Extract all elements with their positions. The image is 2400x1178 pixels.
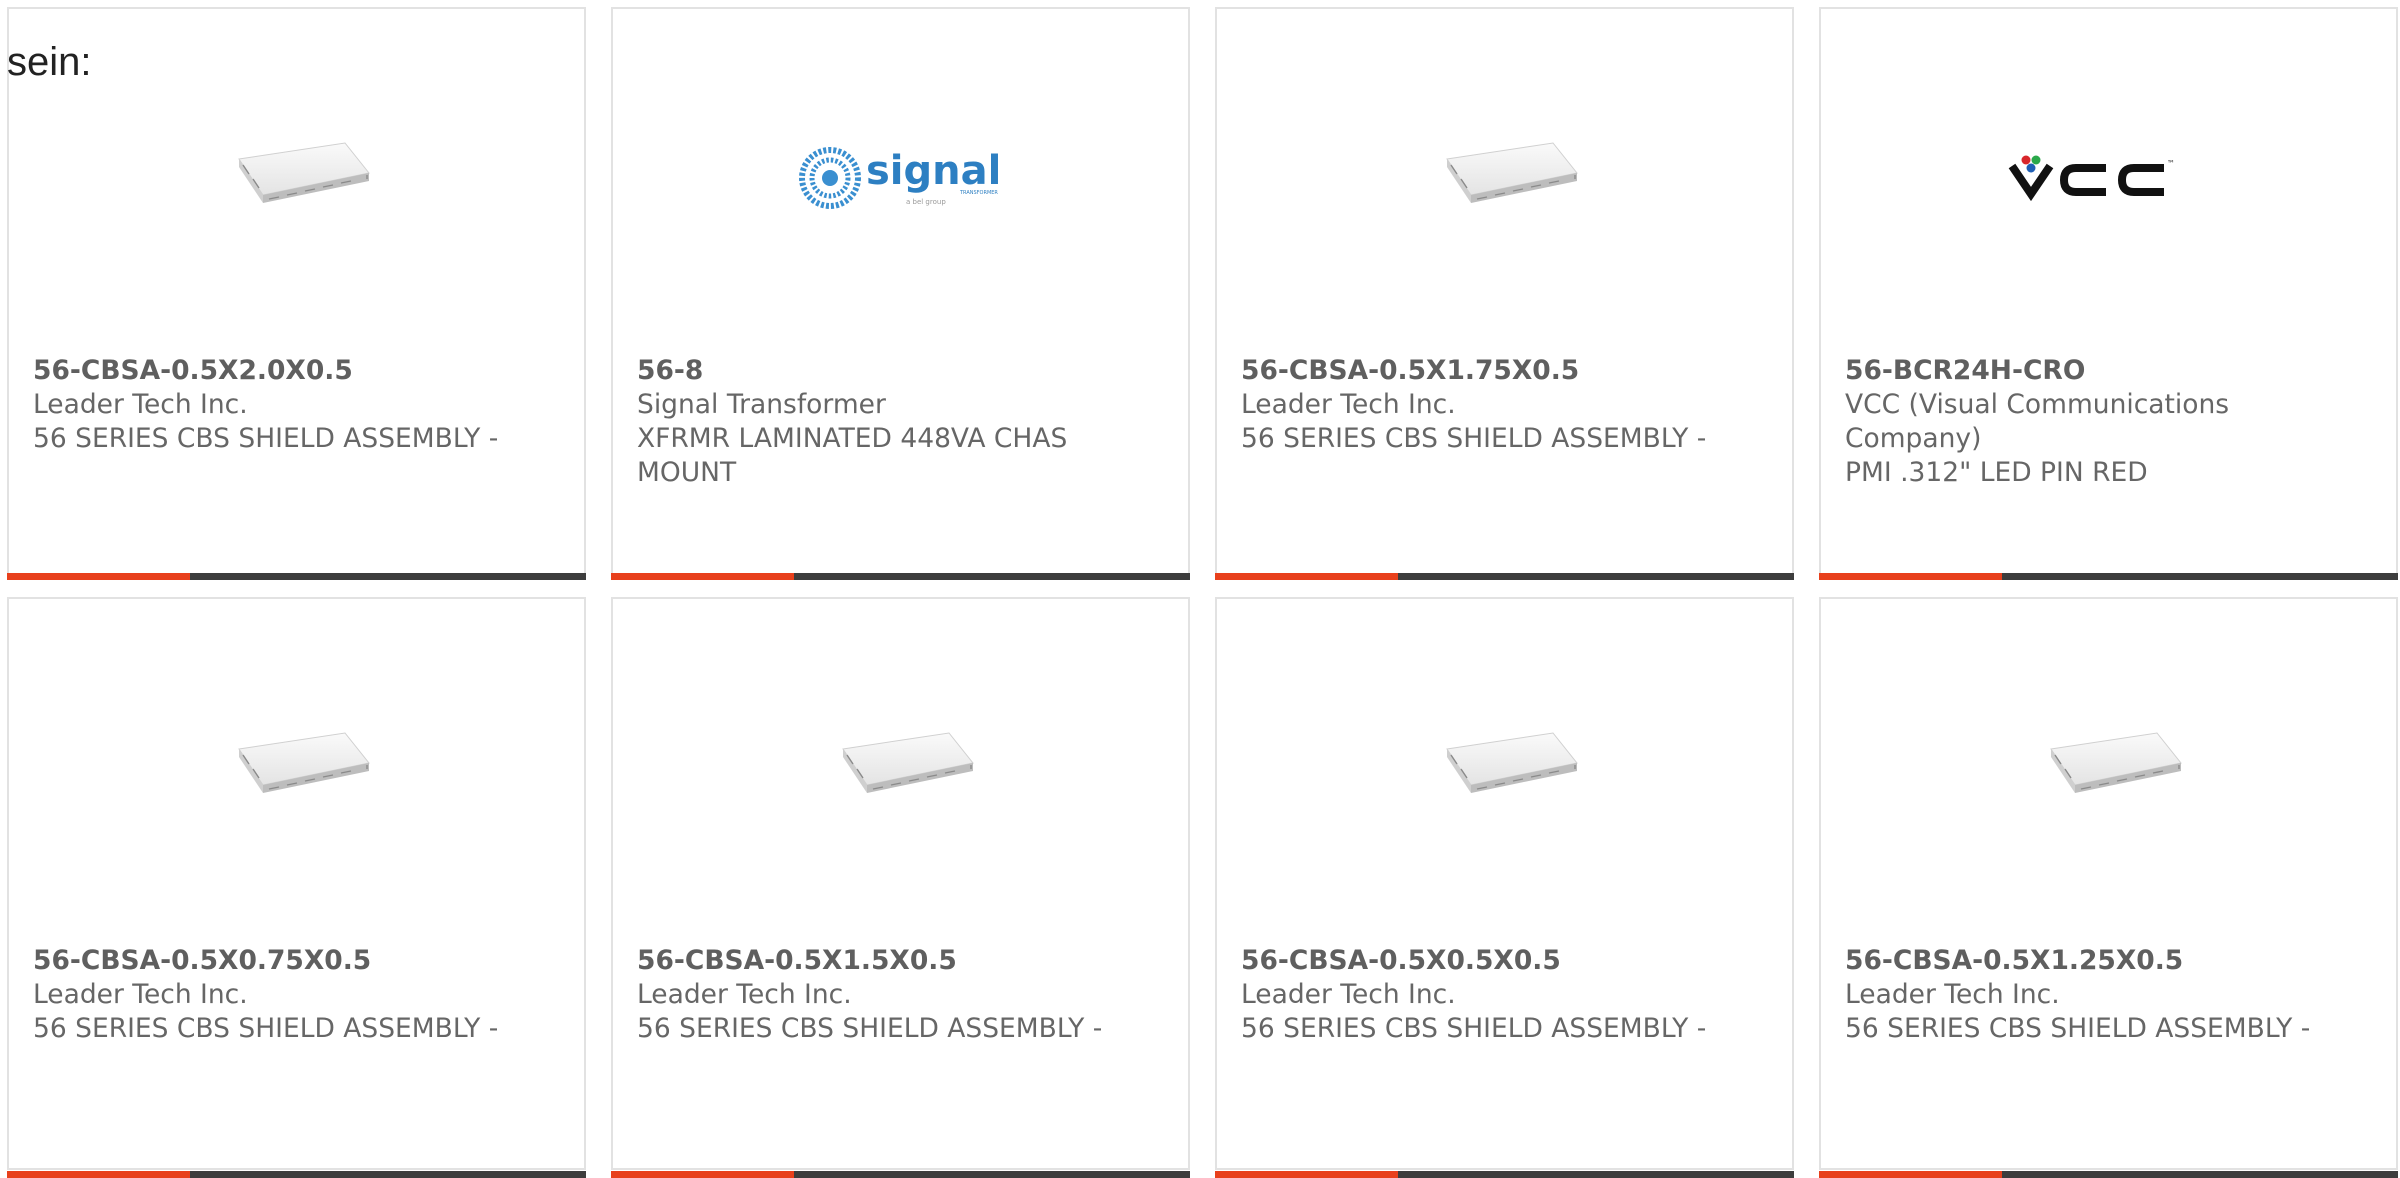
vcc-logo: ™ — [2008, 155, 2175, 202]
card-accent-bar — [1215, 573, 1398, 580]
product-card[interactable]: 56-CBSA-0.5X1.5X0.5 Leader Tech Inc. 56 … — [611, 597, 1190, 1178]
product-description: 56 SERIES CBS SHIELD ASSEMBLY - — [637, 1013, 1103, 1044]
card-bottom-bar — [7, 1171, 586, 1178]
product-description: 56 SERIES CBS SHIELD ASSEMBLY - — [1241, 423, 1707, 454]
card-accent-bar — [611, 573, 794, 580]
card-bottom-bar — [611, 573, 1190, 580]
card-bottom-bar — [1819, 1171, 2398, 1178]
product-thumbnail[interactable] — [1217, 599, 1792, 939]
manufacturer: Leader Tech Inc. — [637, 979, 852, 1010]
signal-logo-sub: TRANSFORMER — [959, 190, 998, 196]
product-description: 56 SERIES CBS SHIELD ASSEMBLY - — [33, 1013, 499, 1044]
shield-can-image — [237, 142, 370, 203]
product-thumbnail[interactable] — [1821, 599, 2396, 939]
product-grid: 56-CBSA-0.5X2.0X0.5 Leader Tech Inc. 56 … — [7, 7, 2398, 1178]
card-bottom-bar — [7, 573, 586, 580]
signal-logo: signal TRANSFORMER a bel group — [798, 147, 1001, 209]
product-thumbnail[interactable] — [1217, 9, 1792, 349]
shield-can-image — [1445, 142, 1578, 203]
product-card[interactable]: 56-CBSA-0.5X0.5X0.5 Leader Tech Inc. 56 … — [1215, 597, 1794, 1178]
manufacturer: Leader Tech Inc. — [33, 389, 248, 420]
card-accent-bar — [1215, 1171, 1398, 1178]
card-accent-bar — [611, 1171, 794, 1178]
shield-can-image — [841, 732, 974, 793]
shield-can-image — [237, 732, 370, 793]
product-thumbnail[interactable]: ™ — [1821, 9, 2396, 349]
product-thumbnail[interactable] — [613, 599, 1188, 939]
manufacturer: VCC (Visual Communications Company) — [1845, 389, 2230, 454]
signal-logo-tag: a bel group — [906, 198, 946, 206]
shield-can-image — [1445, 732, 1578, 793]
part-number[interactable]: 56-CBSA-0.5X1.25X0.5 — [1845, 944, 2372, 978]
part-number[interactable]: 56-CBSA-0.5X2.0X0.5 — [33, 354, 560, 388]
product-card[interactable]: 56-CBSA-0.5X1.25X0.5 Leader Tech Inc. 56… — [1819, 597, 2398, 1178]
manufacturer: Leader Tech Inc. — [33, 979, 248, 1010]
product-description: 56 SERIES CBS SHIELD ASSEMBLY - — [1845, 1013, 2311, 1044]
part-number[interactable]: 56-CBSA-0.5X1.75X0.5 — [1241, 354, 1768, 388]
part-number[interactable]: 56-CBSA-0.5X0.75X0.5 — [33, 944, 560, 978]
part-number[interactable]: 56-CBSA-0.5X0.5X0.5 — [1241, 944, 1768, 978]
shield-can-image — [2049, 732, 2182, 793]
product-description: 56 SERIES CBS SHIELD ASSEMBLY - — [33, 423, 499, 454]
product-description: PMI .312" LED PIN RED — [1845, 457, 2148, 488]
product-card[interactable]: 56-CBSA-0.5X2.0X0.5 Leader Tech Inc. 56 … — [7, 7, 586, 580]
manufacturer: Leader Tech Inc. — [1845, 979, 2060, 1010]
manufacturer: Leader Tech Inc. — [1241, 979, 1456, 1010]
signal-logo-wordmark: signal — [866, 148, 1001, 194]
page-label: sein: — [7, 40, 92, 84]
card-bottom-bar — [1215, 573, 1794, 580]
vcc-logo-tm: ™ — [2167, 159, 2175, 168]
part-number[interactable]: 56-8 — [637, 354, 1164, 388]
product-card[interactable]: 56-CBSA-0.5X1.75X0.5 Leader Tech Inc. 56… — [1215, 7, 1794, 580]
card-bottom-bar — [1215, 1171, 1794, 1178]
card-accent-bar — [7, 573, 190, 580]
product-card[interactable]: ™ 56-BCR24H-CRO VCC (Visual Communicatio… — [1819, 7, 2398, 580]
product-description: XFRMR LAMINATED 448VA CHAS MOUNT — [637, 423, 1068, 488]
part-number[interactable]: 56-CBSA-0.5X1.5X0.5 — [637, 944, 1164, 978]
product-card[interactable]: 56-CBSA-0.5X0.75X0.5 Leader Tech Inc. 56… — [7, 597, 586, 1178]
product-description: 56 SERIES CBS SHIELD ASSEMBLY - — [1241, 1013, 1707, 1044]
product-thumbnail[interactable]: signal TRANSFORMER a bel group — [613, 9, 1188, 349]
manufacturer: Signal Transformer — [637, 389, 886, 420]
part-number[interactable]: 56-BCR24H-CRO — [1845, 354, 2372, 388]
card-bottom-bar — [611, 1171, 1190, 1178]
card-accent-bar — [1819, 573, 2002, 580]
product-thumbnail[interactable] — [9, 599, 584, 939]
product-card[interactable]: signal TRANSFORMER a bel group 56-8 Sign… — [611, 7, 1190, 580]
card-bottom-bar — [1819, 573, 2398, 580]
card-accent-bar — [7, 1171, 190, 1178]
product-thumbnail[interactable] — [9, 9, 584, 349]
card-accent-bar — [1819, 1171, 2002, 1178]
manufacturer: Leader Tech Inc. — [1241, 389, 1456, 420]
